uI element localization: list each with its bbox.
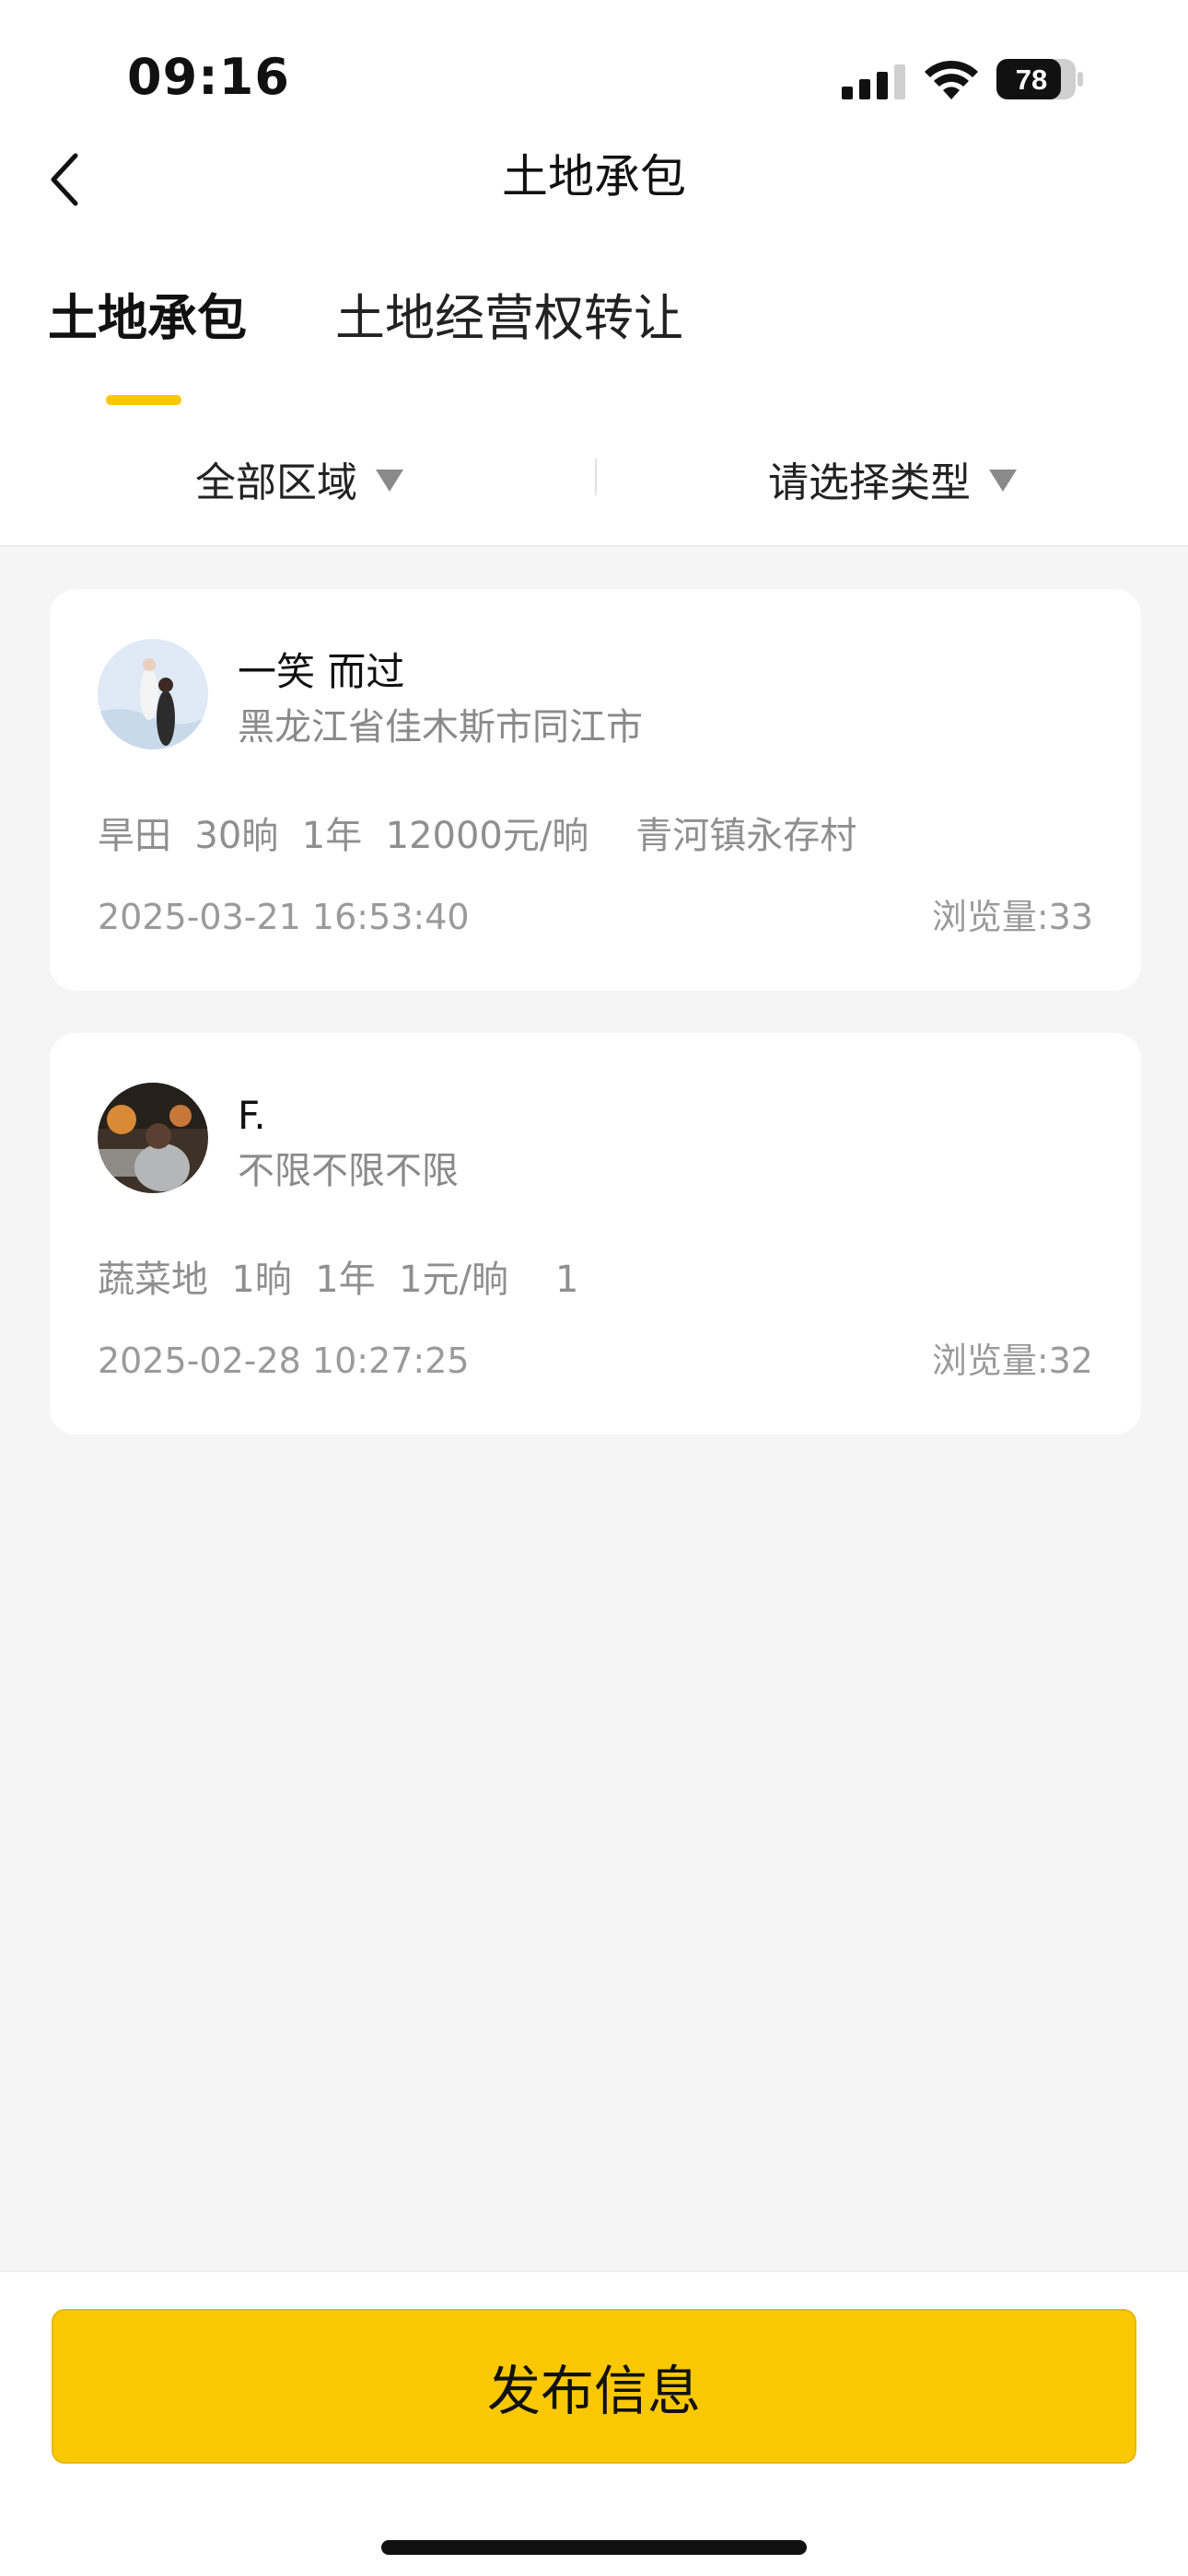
tab-land-contract[interactable]: 土地承包	[48, 284, 247, 354]
listing-date: 2025-03-21 16:53:40	[98, 897, 470, 937]
publisher-name: F.	[238, 1093, 266, 1138]
publisher-name: 一笑 而过	[238, 649, 405, 694]
publisher-location: 黑龙江省佳木斯市同江市	[238, 706, 643, 748]
type-filter-label: 请选择类型	[768, 459, 971, 506]
battery-level: 78	[1016, 64, 1047, 96]
battery-icon: 78	[996, 59, 1085, 99]
dropdown-triangle-icon	[376, 470, 403, 492]
view-count: 浏览量:32	[931, 1340, 1093, 1381]
view-count: 浏览量:33	[931, 897, 1093, 937]
avatar	[98, 1083, 208, 1193]
publisher-location: 不限不限不限	[238, 1150, 459, 1192]
listing-card[interactable]: F. 不限不限不限 蔬菜地 1晌 1年 1元/晌 1 2025-02-28 10…	[50, 1033, 1141, 1434]
listing-card[interactable]: 一笑 而过 黑龙江省佳木斯市同江市 旱田 30晌 1年 12000元/晌 青河镇…	[50, 589, 1141, 991]
avatar	[98, 639, 208, 749]
region-filter[interactable]: 全部区域	[195, 451, 403, 506]
wifi-icon	[925, 60, 978, 99]
header-area: 09:16 78 土地承包 土地承包 土地经营权转让 全部区域 请选择类型	[0, 0, 1188, 547]
listing-details: 蔬菜地 1晌 1年 1元/晌 1	[98, 1259, 579, 1301]
filter-divider	[595, 458, 597, 495]
region-filter-label: 全部区域	[195, 459, 357, 506]
publish-button[interactable]: 发布信息	[52, 2309, 1136, 2464]
cellular-signal-icon	[842, 64, 905, 99]
tab-land-transfer[interactable]: 土地经营权转让	[335, 284, 683, 354]
listing-date: 2025-02-28 10:27:25	[98, 1340, 470, 1381]
home-indicator	[381, 2540, 807, 2555]
status-time: 09:16	[127, 48, 290, 106]
active-tab-indicator	[106, 395, 181, 405]
type-filter[interactable]: 请选择类型	[768, 451, 1017, 506]
dropdown-triangle-icon	[989, 470, 1017, 492]
listing-details: 旱田 30晌 1年 12000元/晌 青河镇永存村	[98, 815, 857, 857]
page-title: 土地承包	[502, 150, 686, 203]
divider	[0, 545, 1188, 547]
